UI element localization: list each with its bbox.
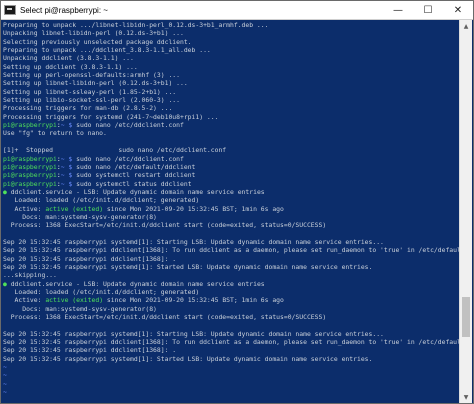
minimize-button[interactable]: — <box>383 1 413 19</box>
terminal-line: Processing triggers for systemd (241-7~d… <box>3 112 219 121</box>
terminal-line: pi@raspberrypi:~ $ sudo nano /etc/ddclie… <box>3 121 184 130</box>
scrollbar-thumb[interactable] <box>462 296 470 337</box>
terminal-line: pi@raspberrypi:~ $ sudo nano /etc/ddclie… <box>3 154 184 163</box>
terminal-line: Docs: man:systemd-sysv-generator(8) <box>3 212 157 221</box>
terminal-line: Unpacking ddclient (3.8.3-1.1) ... <box>3 54 134 63</box>
terminal-line: Processing triggers for man-db (2.8.5-2)… <box>3 104 173 113</box>
terminal-line: ~ <box>3 379 7 388</box>
terminal-line: ~ <box>3 388 7 397</box>
terminal-line: Setting up libnet-ssleay-perl (1.85-2+b1… <box>3 87 177 96</box>
terminal-line: ● ddclient.service - LSB: Update dynamic… <box>3 187 265 196</box>
terminal-line: Sep 20 15:32:45 raspberrypi ddclient[136… <box>3 254 177 263</box>
terminal-line: Process: 1368 ExecStart=/etc/init.d/ddcl… <box>3 313 327 322</box>
terminal-line: ~ <box>3 363 7 372</box>
terminal-line: Docs: man:systemd-sysv-generator(8) <box>3 304 157 313</box>
maximize-button[interactable]: ☐ <box>413 1 443 19</box>
terminal-line: Sep 20 15:32:45 raspberrypi ddclient[136… <box>3 246 459 255</box>
terminal-line: ● ddclient.service - LSB: Update dynamic… <box>3 279 265 288</box>
terminal-line: ...skipping... <box>3 271 57 280</box>
terminal-line: Sep 20 15:32:45 raspberrypi ddclient[136… <box>3 346 177 355</box>
terminal-line: Active: active (exited) since Mon 2021-0… <box>3 296 284 305</box>
putty-terminal-icon[interactable] <box>4 5 16 15</box>
terminal-line: [1]+ Stopped sudo nano /etc/ddclient.con… <box>3 146 227 155</box>
terminal-line: ~ <box>3 371 7 380</box>
terminal-line: Setting up ddclient (3.8.3-1.1) ... <box>3 62 138 71</box>
scroll-up-arrow-icon[interactable]: ▲ <box>460 20 472 32</box>
terminal-line: Loaded: loaded (/etc/init.d/ddclient; ge… <box>3 196 200 205</box>
terminal-line: pi@raspberrypi:~ $ sudo systemctl status… <box>3 179 192 188</box>
terminal-line: Process: 1368 ExecStart=/etc/init.d/ddcl… <box>3 221 327 230</box>
terminal-line: Preparing to unpack .../ddclient_3.8.3-1… <box>3 46 211 55</box>
terminal-line: Active: active (exited) since Mon 2021-0… <box>3 204 284 213</box>
terminal-line: Sep 20 15:32:45 raspberrypi systemd[1]: … <box>3 262 373 271</box>
vertical-scrollbar[interactable]: ▲ ▼ <box>459 20 472 403</box>
title-bar[interactable]: Select pi@raspberrypi: ~ — ☐ ✕ <box>1 1 473 20</box>
terminal-line: pi@raspberrypi:~ $ sudo systemctl restar… <box>3 171 196 180</box>
terminal-output[interactable]: Preparing to unpack .../libnet-libidn-pe… <box>3 21 459 403</box>
terminal-line: Sep 20 15:32:45 raspberrypi systemd[1]: … <box>3 329 384 338</box>
window-controls: — ☐ ✕ <box>383 1 473 19</box>
terminal-window: Select pi@raspberrypi: ~ — ☐ ✕ Preparing… <box>0 0 474 404</box>
scroll-down-arrow-icon[interactable]: ▼ <box>460 391 472 403</box>
terminal-line: Setting up libnet-libidn-perl (0.12.ds-3… <box>3 79 188 88</box>
window-title: Select pi@raspberrypi: ~ <box>20 5 108 15</box>
close-button[interactable]: ✕ <box>443 1 473 19</box>
terminal-line: Setting up libio-socket-ssl-perl (2.060-… <box>3 96 180 105</box>
terminal-line: Selecting previously unselected package … <box>3 37 192 46</box>
terminal-line: Use "fg" to return to nano. <box>3 129 107 138</box>
terminal-line: Preparing to unpack .../libnet-libidn-pe… <box>3 21 269 29</box>
terminal-line: pi@raspberrypi:~ $ sudo nano /etc/defaul… <box>3 162 196 171</box>
terminal-line: Unpacking libnet-libidn-perl (0.12.ds-3+… <box>3 29 184 38</box>
terminal-line: Sep 20 15:32:45 raspberrypi systemd[1]: … <box>3 237 384 246</box>
terminal-line: Sep 20 15:32:45 raspberrypi systemd[1]: … <box>3 354 373 363</box>
terminal-line: Loaded: loaded (/etc/init.d/ddclient; ge… <box>3 288 200 296</box>
terminal-line: Sep 20 15:32:45 raspberrypi ddclient[136… <box>3 338 459 347</box>
terminal-line: Setting up perl-openssl-defaults:armhf (… <box>3 71 180 80</box>
